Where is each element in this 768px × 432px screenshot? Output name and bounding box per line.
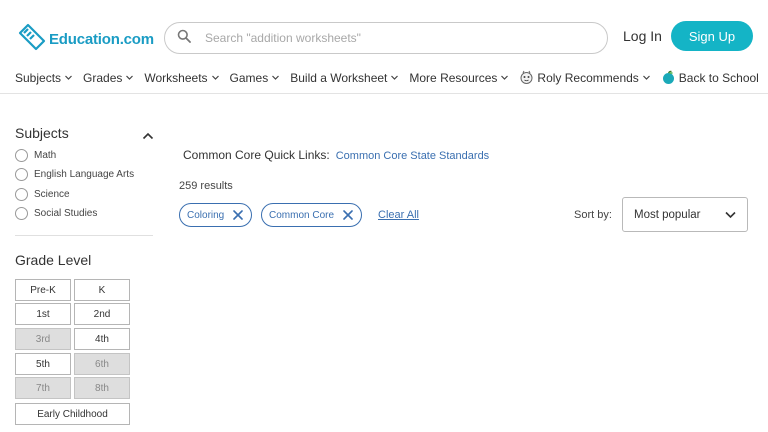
subject-ela[interactable]: English Language Arts: [15, 168, 134, 181]
close-icon[interactable]: [233, 210, 244, 220]
grade-level-title: Grade Level: [15, 252, 92, 268]
logo-text: Education.com: [49, 31, 154, 48]
chevron-down-icon: [271, 73, 280, 82]
chevron-down-icon: [500, 73, 509, 82]
common-core-standards-link[interactable]: Common Core State Standards: [336, 150, 489, 162]
chevron-down-icon: [390, 73, 399, 82]
sort-value: Most popular: [634, 208, 701, 221]
nav-label: Build a Worksheet: [290, 70, 388, 85]
close-icon[interactable]: [343, 210, 353, 220]
chevron-down-icon: [642, 73, 651, 82]
filter-chip-label: Coloring: [187, 209, 225, 221]
clear-all-link[interactable]: Clear All: [378, 209, 419, 221]
grade-k[interactable]: K: [74, 279, 130, 301]
sort-label: Sort by:: [574, 209, 612, 221]
nav-label: Grades: [83, 70, 123, 85]
radio-button[interactable]: [15, 168, 28, 181]
main-nav: Subjects Grades Worksheets Games Build a…: [15, 70, 768, 85]
nav-label: Worksheets: [144, 70, 208, 85]
nav-roly-recommends[interactable]: Roly Recommends: [519, 70, 650, 85]
subjects-title: Subjects: [15, 125, 69, 141]
grade-3rd[interactable]: 3rd: [15, 328, 71, 350]
search-icon: [165, 29, 191, 48]
quick-links-label: Common Core Quick Links:: [183, 148, 330, 162]
subject-label: Math: [34, 150, 57, 161]
nav-label: Back to School: [678, 70, 759, 85]
grade-early-childhood[interactable]: Early Childhood: [15, 403, 130, 425]
subject-label: Social Studies: [34, 208, 98, 219]
apple-icon: [661, 70, 676, 85]
radio-button[interactable]: [15, 207, 28, 220]
subject-math[interactable]: Math: [15, 149, 56, 162]
filter-chip-common-core[interactable]: Common Core: [261, 203, 363, 227]
nav-build-worksheet[interactable]: Build a Worksheet: [290, 71, 399, 85]
chevron-down-icon: [125, 73, 134, 82]
nav-back-to-school[interactable]: Back to School: [661, 70, 759, 85]
subject-label: Science: [34, 189, 70, 200]
roly-icon: [519, 70, 534, 85]
radio-button[interactable]: [15, 188, 28, 201]
sidebar-divider: [15, 235, 153, 236]
subject-label: English Language Arts: [34, 169, 135, 180]
nav-more-resources[interactable]: More Resources: [409, 71, 509, 85]
grade-5th[interactable]: 5th: [15, 353, 71, 375]
nav-label: Games: [229, 70, 269, 85]
results-count: 259 results: [179, 180, 233, 192]
grade-4th[interactable]: 4th: [74, 328, 130, 350]
subject-science[interactable]: Science: [15, 188, 70, 201]
logo[interactable]: Education.com: [17, 22, 154, 57]
nav-subjects[interactable]: Subjects: [15, 71, 73, 85]
chevron-down-icon: [725, 211, 736, 218]
filter-chip-coloring[interactable]: Coloring: [179, 203, 253, 227]
signup-button[interactable]: Sign Up: [671, 21, 753, 51]
sort-select[interactable]: Most popular: [622, 197, 748, 232]
grade-1st[interactable]: 1st: [15, 303, 71, 325]
grade-pre-k[interactable]: Pre-K: [15, 279, 71, 301]
radio-button[interactable]: [15, 149, 28, 162]
nav-divider: [0, 93, 768, 94]
chevron-down-icon: [211, 73, 220, 82]
nav-label: More Resources: [409, 70, 498, 85]
filter-chip-label: Common Core: [269, 209, 335, 221]
nav-label: Roly Recommends: [537, 70, 639, 85]
subject-social-studies[interactable]: Social Studies: [15, 207, 97, 220]
quick-links: Common Core Quick Links: Common Core Stat…: [183, 148, 489, 162]
grade-8th[interactable]: 8th: [74, 377, 130, 399]
search-input[interactable]: [205, 31, 585, 45]
nav-games[interactable]: Games: [230, 71, 281, 85]
grade-6th[interactable]: 6th: [74, 353, 130, 375]
grade-2nd[interactable]: 2nd: [74, 303, 130, 325]
nav-label: Subjects: [15, 70, 62, 85]
nav-worksheets[interactable]: Worksheets: [144, 71, 219, 85]
grade-7th[interactable]: 7th: [15, 377, 71, 399]
chevron-up-icon[interactable]: [142, 128, 154, 140]
chevron-down-icon: [64, 73, 73, 82]
search-box[interactable]: [164, 22, 608, 54]
nav-grades[interactable]: Grades: [83, 71, 134, 85]
login-link[interactable]: Log In: [623, 28, 662, 44]
logo-icon: [17, 22, 47, 57]
